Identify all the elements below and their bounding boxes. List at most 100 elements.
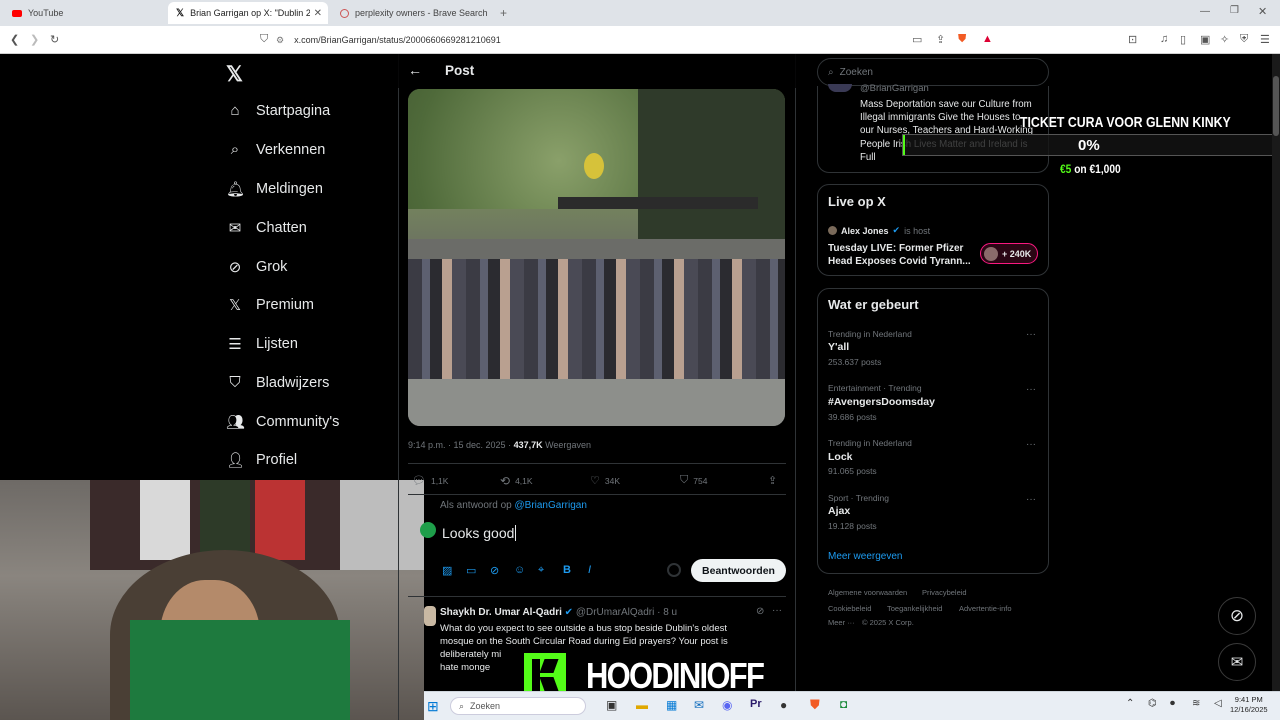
profile-handle: @BrianGarrigan xyxy=(860,83,929,93)
reply-to-handle[interactable]: @BrianGarrigan xyxy=(515,500,587,511)
more-options-icon[interactable]: ··· xyxy=(1026,439,1036,450)
footer-link[interactable]: Privacybeleid xyxy=(922,588,967,597)
bold-icon[interactable]: B xyxy=(563,564,571,576)
sidebar-item-explore[interactable]: ⌕ Verkennen xyxy=(226,141,326,158)
sidebar-item-communities[interactable]: 👥︎ Community's xyxy=(226,413,339,431)
leo-icon[interactable]: ✧ xyxy=(1220,33,1229,46)
tab-youtube[interactable]: YouTube xyxy=(4,2,164,24)
taskbar-search[interactable]: ⌕ Zoeken xyxy=(450,697,586,715)
more-options-icon[interactable]: ··· xyxy=(772,605,782,616)
back-arrow-icon[interactable]: ← xyxy=(408,62,422,78)
author-name[interactable]: Shaykh Dr. Umar Al-Qadri xyxy=(440,607,562,618)
volume-icon[interactable]: ◁ xyxy=(1214,698,1222,709)
search-input[interactable]: ⌕ Zoeken xyxy=(817,58,1049,86)
trend-title[interactable]: Ajax xyxy=(828,505,850,517)
x-logo-icon[interactable]: 𝕏 xyxy=(226,62,243,87)
cast-icon[interactable]: ▭ xyxy=(912,33,922,46)
screenshot-icon[interactable]: ⊡ xyxy=(1128,33,1137,46)
back-icon[interactable]: ❮ xyxy=(10,33,19,46)
android-icon[interactable]: ◘ xyxy=(840,697,847,711)
more-options-icon[interactable]: ··· xyxy=(1026,329,1036,340)
store-icon[interactable]: ▦ xyxy=(666,698,677,712)
post-image[interactable] xyxy=(408,89,785,426)
network-icon[interactable]: ⌬ xyxy=(1148,698,1157,709)
reply-input[interactable]: Looks good xyxy=(442,525,517,541)
close-tab-icon[interactable]: ✕ xyxy=(314,8,322,19)
grok-icon[interactable]: ⊘ xyxy=(490,564,499,577)
minimize-button[interactable]: — xyxy=(1200,6,1210,17)
live-stream-title[interactable]: Tuesday LIVE: Former Pfizer Head Exposes… xyxy=(828,242,971,268)
site-info-icon[interactable]: ⚙ xyxy=(276,35,284,46)
live-listeners-badge[interactable]: + 240K xyxy=(980,243,1038,264)
outlook-icon[interactable]: ✉ xyxy=(694,698,704,712)
task-view-icon[interactable]: ▣ xyxy=(606,698,617,712)
scrollbar-thumb[interactable] xyxy=(1273,76,1279,136)
show-more-link[interactable]: Meer weergeven xyxy=(828,551,902,562)
brave-rewards-icon[interactable]: ▲ xyxy=(982,33,993,45)
footer-link[interactable]: Algemene voorwaarden xyxy=(828,588,907,597)
emoji-icon[interactable]: ☺ xyxy=(514,564,525,576)
share-icon[interactable]: ⇪ xyxy=(936,33,945,46)
windows-start-icon[interactable]: ⊞ xyxy=(427,698,439,715)
vpn-icon[interactable]: ⛨ xyxy=(1240,33,1248,46)
obs-icon[interactable]: ● xyxy=(780,698,787,712)
sidebar-item-profile[interactable]: 👤︎ Profiel xyxy=(226,451,297,469)
media-icon[interactable]: ▨ xyxy=(442,564,452,577)
location-icon[interactable]: ⌖ xyxy=(538,564,544,577)
bookmark-stat[interactable]: ⛉ 754 xyxy=(680,474,707,487)
new-tab-button[interactable]: + xyxy=(500,6,507,20)
tab-brave-search[interactable]: perplexity owners - Brave Search xyxy=(332,2,500,24)
sidebar-item-premium[interactable]: 𝕏 Premium xyxy=(226,296,314,314)
premiere-icon[interactable]: Pr xyxy=(750,698,762,710)
reload-icon[interactable]: ↻ xyxy=(50,33,59,46)
menu-icon[interactable]: ☰ xyxy=(1260,33,1270,46)
trend-title[interactable]: Y'all xyxy=(828,341,849,353)
sidebar-item-bookmarks[interactable]: ⛉ Bladwijzers xyxy=(226,374,329,391)
sidebar-item-chat[interactable]: ✉ Chatten xyxy=(226,219,307,237)
close-window-button[interactable]: ✕ xyxy=(1258,5,1267,18)
gif-icon[interactable]: ▭ xyxy=(466,564,476,577)
more-options-icon[interactable]: ··· xyxy=(1026,494,1036,505)
more-options-icon[interactable]: ··· xyxy=(1026,384,1036,395)
sidebar-toggle-icon[interactable]: ▯ xyxy=(1180,33,1186,46)
maximize-button[interactable]: ❐ xyxy=(1230,5,1239,16)
footer-link[interactable]: Advertentie-info xyxy=(959,604,1012,613)
grok-float-button[interactable]: ⊘ xyxy=(1218,597,1256,635)
author-avatar[interactable] xyxy=(424,606,436,626)
sidebar-item-notifications[interactable]: 🔔︎ Meldingen xyxy=(226,180,323,198)
sidebar-item-lists[interactable]: ☰ Lijsten xyxy=(226,335,298,353)
tray-chevron-icon[interactable]: ⌃ xyxy=(1126,698,1134,709)
share-button[interactable]: ⇪ xyxy=(768,474,777,487)
trend-count: 253.637 posts xyxy=(828,357,882,367)
brave-icon[interactable]: ⛊ xyxy=(810,697,820,713)
file-explorer-icon[interactable]: ▬ xyxy=(636,698,648,712)
footer-link[interactable]: Toegankelijkheid xyxy=(887,604,942,613)
microphone-icon[interactable]: ⏺ xyxy=(1170,698,1175,709)
footer-link[interactable]: Cookiebeleid xyxy=(828,604,871,613)
sidebar-item-home[interactable]: ⌂ Startpagina xyxy=(226,102,330,119)
footer-link[interactable]: Meer ··· xyxy=(828,618,855,627)
repost-stat[interactable]: ⟲ 4,1K xyxy=(500,474,533,488)
taskbar-clock[interactable]: 9:41 PM 12/16/2025 xyxy=(1230,695,1268,715)
messages-float-button[interactable]: ✉ xyxy=(1218,643,1256,681)
sidebar-item-grok[interactable]: ⊘ Grok xyxy=(226,258,288,276)
trend-title[interactable]: #AvengersDoomsday xyxy=(828,396,935,408)
media-icon[interactable]: ♫ xyxy=(1160,33,1168,45)
wifi-icon[interactable]: ≋ xyxy=(1192,698,1200,709)
grok-icon[interactable]: ⊘ xyxy=(756,606,764,617)
live-host[interactable]: Alex Jones ✔ is host xyxy=(828,225,930,236)
reply-stat[interactable]: 💬︎ 1,1K xyxy=(412,474,448,487)
like-stat[interactable]: ♡ 34K xyxy=(590,474,620,487)
italic-icon[interactable]: I xyxy=(588,564,591,576)
tab-x-post[interactable]: 𝕏 Brian Garrigan op X: "Dublin 202 ✕ xyxy=(168,2,328,24)
url-field[interactable]: ⚙ x.com/BrianGarrigan/status/20006606692… xyxy=(276,30,896,50)
discord-icon[interactable]: ◉ xyxy=(722,698,732,712)
trend-title[interactable]: Lock xyxy=(828,451,853,463)
reply-button[interactable]: Beantwoorden xyxy=(691,559,786,582)
trend-meta: Trending in Nederland xyxy=(828,438,912,448)
scrollbar[interactable] xyxy=(1272,54,1280,691)
forward-icon[interactable]: ❯ xyxy=(30,33,39,46)
brave-shields-icon[interactable]: ⛊ xyxy=(958,33,966,46)
wallet-icon[interactable]: ▣ xyxy=(1200,33,1210,46)
bookmark-page-icon[interactable]: ⛉ xyxy=(260,33,268,46)
